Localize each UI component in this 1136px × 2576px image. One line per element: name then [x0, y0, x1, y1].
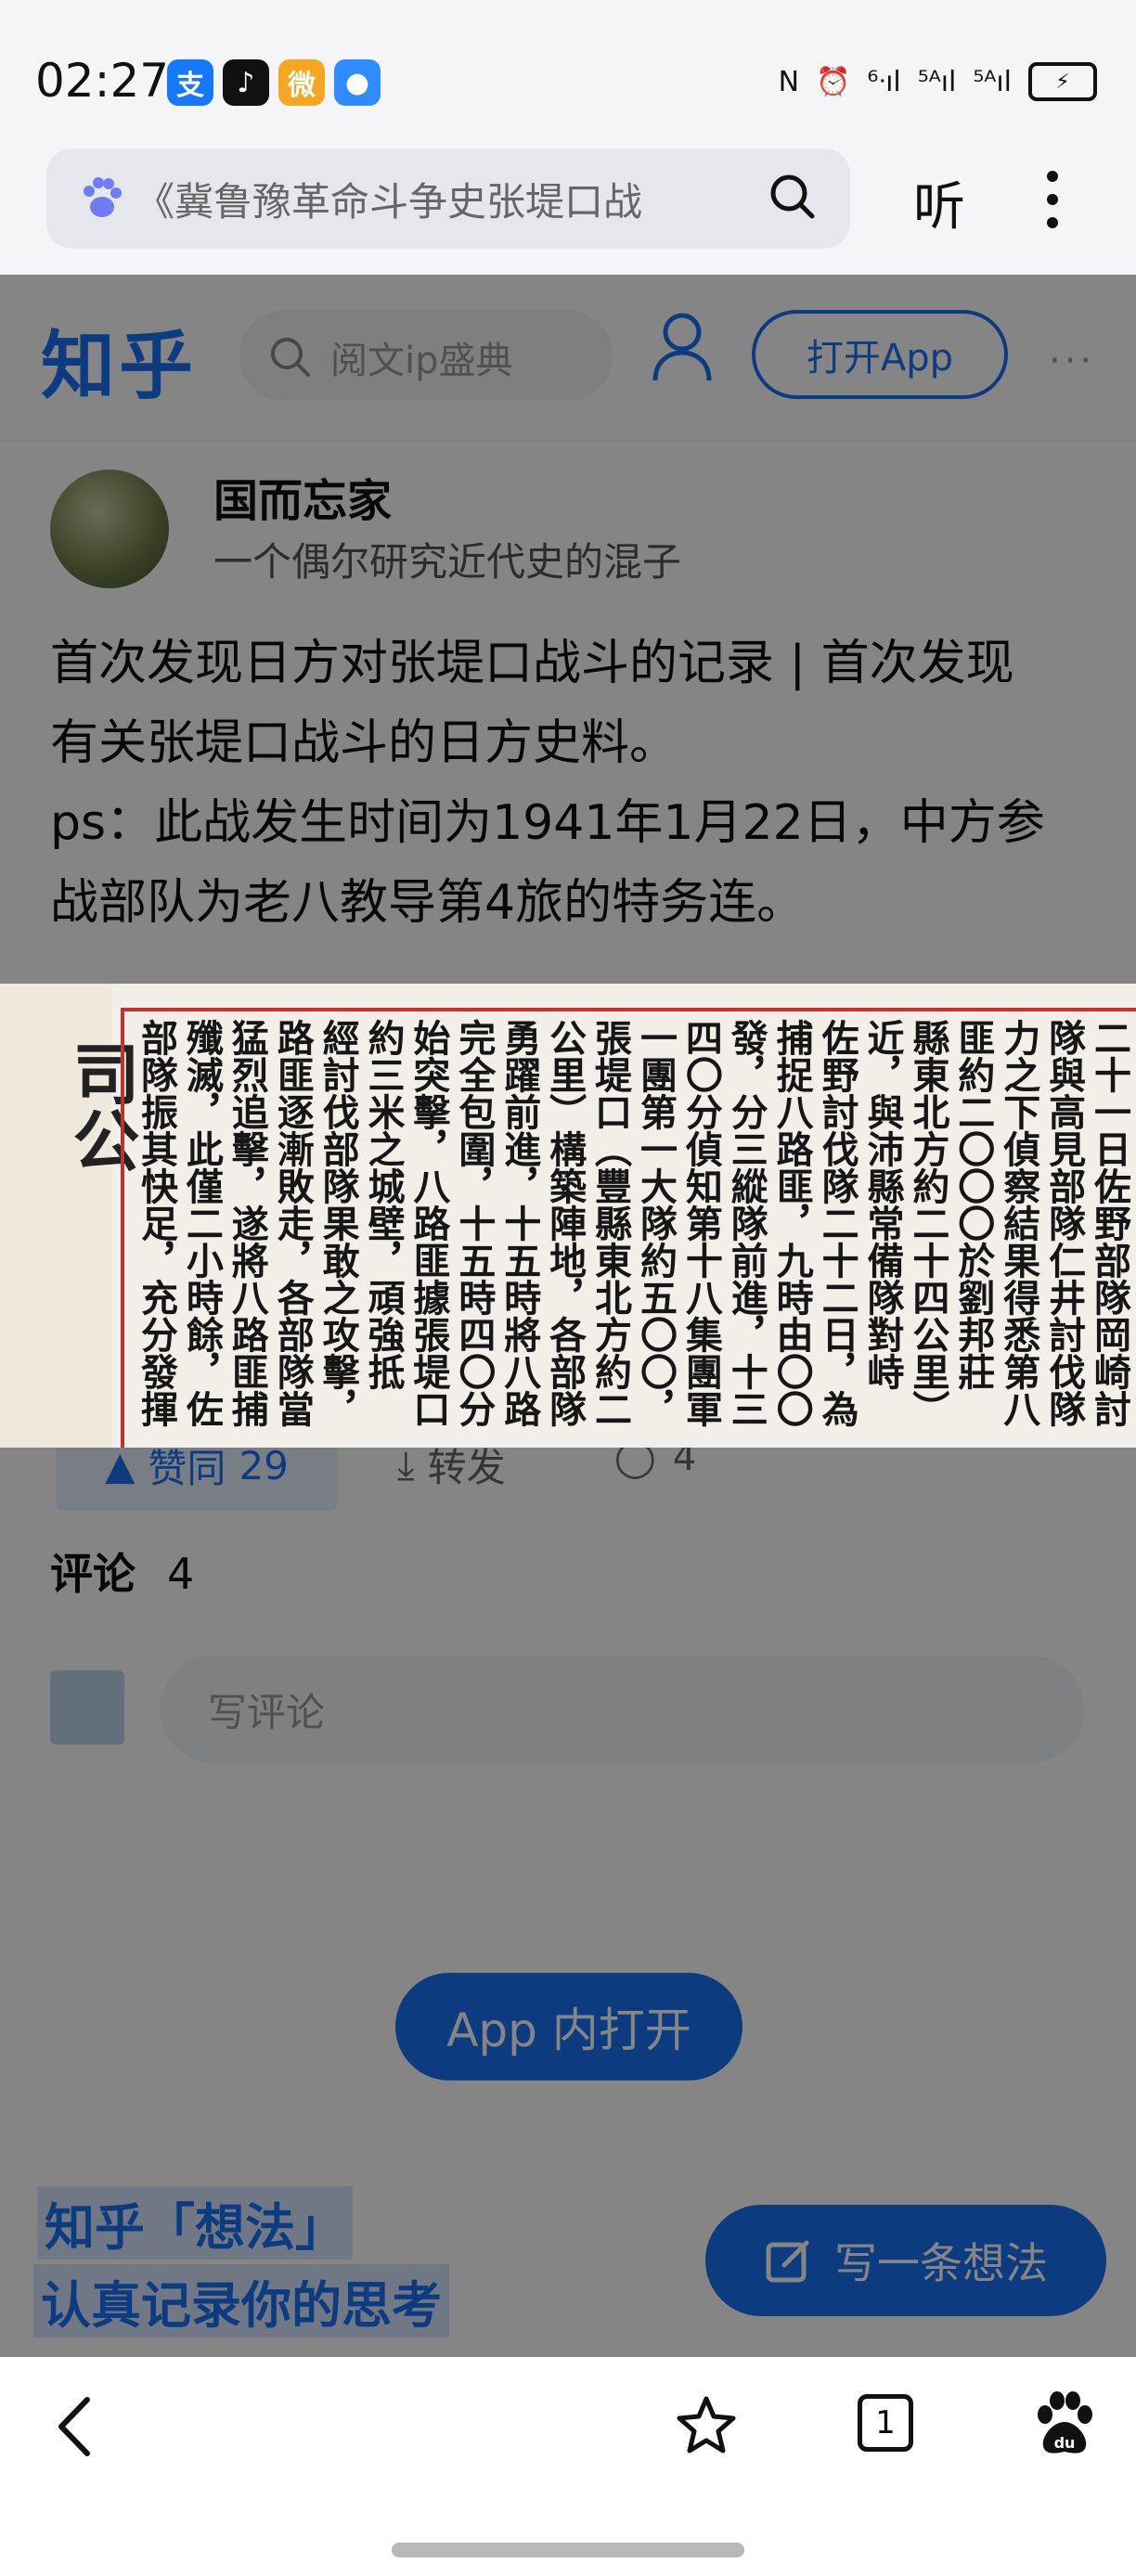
newspaper-column: 縣東北方約二十四公里）附 — [909, 1019, 950, 1427]
search-icon[interactable] — [767, 171, 817, 221]
newspaper-column: 發，分三縱隊前進，十三時 — [727, 1019, 768, 1427]
newspaper-column: 隊與高見部隊仁井討伐隊協 — [1045, 1019, 1087, 1427]
alarm-icon: ⏰ — [816, 65, 851, 98]
newspaper-column: 近，與沛縣常備隊對峙中， — [863, 1019, 905, 1390]
svg-text:du: du — [1054, 2434, 1076, 2452]
newspaper-column: 一團第一大隊約五〇〇，於 — [637, 1019, 678, 1427]
status-clock: 02:27 — [35, 54, 170, 108]
newspaper-text-columns: 二十一日佐野部隊岡崎討伐 隊與高見部隊仁井討伐隊協 力之下偵察結果得悉第八路 匪… — [137, 1019, 1136, 1446]
cell-signal-1-icon: ⁵ᴬıl — [917, 65, 957, 98]
newspaper-column: 力之下偵察結果得悉第八路 — [1000, 1019, 1041, 1427]
newspaper-column: 部隊振其快足，充分發揮 — [137, 1019, 178, 1427]
newspaper-column: 張堤口（豐縣東北方約二十 — [591, 1019, 633, 1427]
newspaper-column: 完全包圍，十五時四〇分開 — [455, 1019, 497, 1427]
battery-icon: ⚡ — [1028, 62, 1097, 101]
newspaper-column: 勇躍前進，十五時將八路匪 — [500, 1019, 542, 1427]
alipay-icon: 支 — [167, 59, 213, 106]
listen-button[interactable]: 听 — [913, 165, 965, 240]
newspaper-column: 匪約二〇〇〇於劉邦莊（豐 — [954, 1019, 996, 1390]
home-indicator[interactable] — [392, 2543, 744, 2557]
newspaper-column: 猛烈追擊，遂將八路匪捕捉 — [227, 1019, 269, 1427]
newspaper-column: 經討伐部隊果敢之攻擊，八 — [318, 1019, 360, 1427]
newspaper-column: 四〇分偵知第十八集團軍第 — [681, 1019, 723, 1427]
newspaper-column: 殲滅，此僅二小時餘，佐野 — [182, 1019, 224, 1427]
newspaper-column: 佐野討伐隊二十二日，為期 — [818, 1019, 859, 1427]
newspaper-column: 捕捉八路匪，九時由〇〇出 — [772, 1019, 814, 1427]
message-icon: ● — [334, 59, 381, 106]
newspaper-clipping-image[interactable]: 司公 二十一日佐野部隊岡崎討伐 隊與高見部隊仁井討伐隊協 力之下偵察結果得悉第八… — [0, 984, 1136, 1448]
newspaper-column: 始突擊，八路匪據張堤口高 — [409, 1019, 451, 1427]
tab-count: 1 — [875, 2404, 896, 2441]
nfc-icon: N — [778, 65, 800, 98]
newspaper-column: 約三米之城壁，頑強抵抗， — [364, 1019, 406, 1390]
wifi-signal-icon: ⁶ᐧıl — [867, 65, 901, 98]
newspaper-column: 公里）構築陣地，各部隊當即 — [546, 1019, 587, 1427]
search-query-text[interactable]: 《冀鲁豫革命斗争史张堤口战 — [136, 171, 642, 227]
back-icon[interactable] — [54, 2394, 95, 2459]
bookmark-star-icon[interactable] — [676, 2394, 737, 2455]
newspaper-column: 二十一日佐野部隊岡崎討伐 — [1091, 1019, 1131, 1427]
baidu-paw-icon — [78, 174, 124, 221]
douyin-icon: ♪ — [223, 59, 269, 106]
tabs-icon[interactable]: 1 — [858, 2394, 913, 2452]
system-status-icons: N ⏰ ⁶ᐧıl ⁵ᴬıl ⁵ᴬıl ⚡ — [779, 58, 1097, 106]
cell-signal-2-icon: ⁵ᴬıl — [973, 65, 1012, 98]
baidu-home-icon[interactable]: du — [1034, 2390, 1095, 2457]
weibo-icon: 微 — [278, 59, 325, 106]
newspaper-column: 路匪逐漸敗走，各部隊當即 — [273, 1019, 315, 1427]
more-menu-icon[interactable] — [1039, 167, 1065, 232]
